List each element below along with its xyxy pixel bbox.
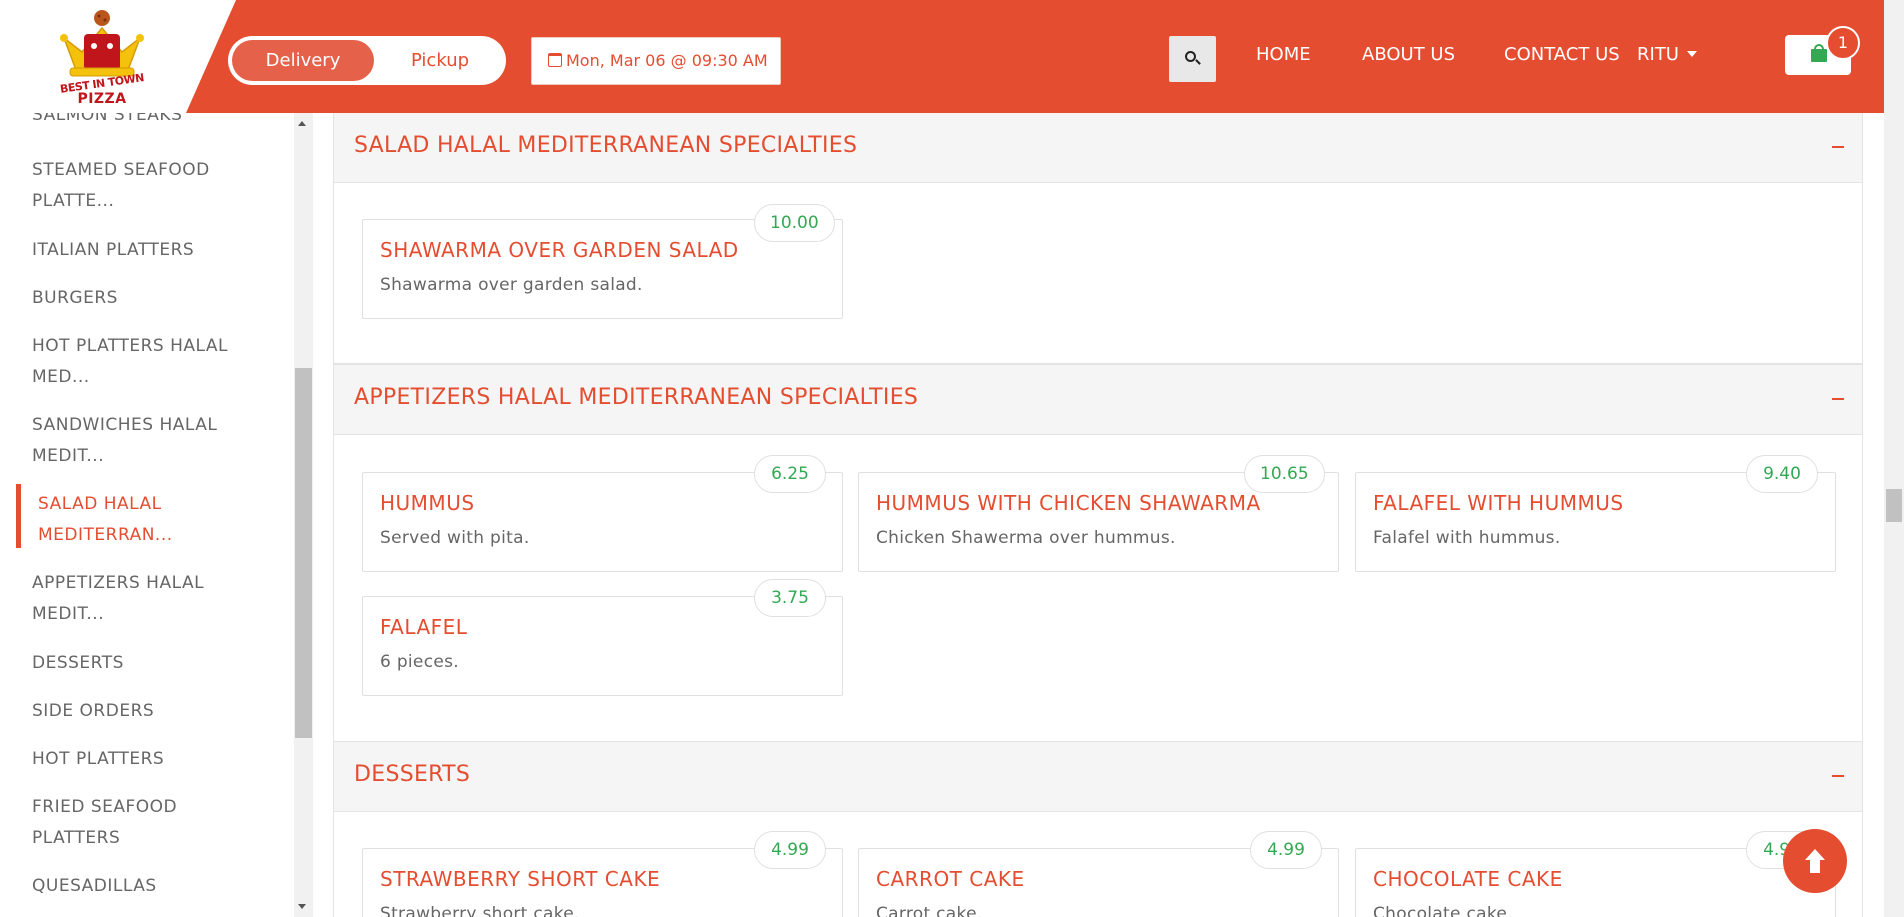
- menu-item-name: CARROT CAKE: [876, 867, 1025, 891]
- price-badge: 4.99: [754, 831, 826, 869]
- pickup-option[interactable]: Pickup: [378, 40, 502, 81]
- menu-item-name: HUMMUS: [380, 491, 475, 515]
- order-datetime-text: Mon, Mar 06 @ 09:30 AM: [566, 51, 768, 70]
- section-header[interactable]: DESSERTS: [334, 742, 1862, 812]
- active-indicator: [16, 484, 21, 548]
- price-badge: 3.75: [754, 579, 826, 617]
- logo-text-line2: PIZZA: [77, 91, 127, 107]
- menu-item-description: Chocolate cake.: [1373, 904, 1513, 917]
- page: SALAD HALAL MEDITERRANEAN SPECIALTIES SH…: [0, 0, 1904, 917]
- order-datetime-picker[interactable]: Mon, Mar 06 @ 09:30 AM: [531, 37, 781, 85]
- brand-logo[interactable]: BEST IN TOWN PIZZA: [54, 8, 150, 107]
- menu-item-description: Strawberry short cake.: [380, 904, 580, 917]
- menu-item-name: FALAFEL: [380, 615, 468, 639]
- section-title: DESSERTS: [354, 762, 471, 787]
- sidebar-item-salad-halal[interactable]: SALAD HALAL MEDITERRAN...: [38, 489, 268, 551]
- sidebar-item-fried-seafood[interactable]: FRIED SEAFOOD PLATTERS: [32, 792, 262, 854]
- menu-item-description: 6 pieces.: [380, 652, 459, 672]
- page-scrollbar-thumb[interactable]: [1886, 489, 1902, 522]
- caret-down-icon: [1687, 51, 1697, 57]
- menu-item-name: HUMMUS WITH CHICKEN SHAWARMA: [876, 491, 1261, 515]
- menu-section-desserts: DESSERTS STRAWBERRY SHORT CAKE Strawberr…: [333, 741, 1863, 917]
- shopping-bag-icon: [1811, 49, 1827, 62]
- sidebar-item-side-orders[interactable]: SIDE ORDERS: [32, 696, 262, 727]
- sidebar-item-quesadillas[interactable]: QUESADILLAS: [32, 871, 262, 902]
- scroll-down-arrow-icon[interactable]: [298, 904, 306, 909]
- menu-item-description: Chicken Shawerma over hummus.: [876, 528, 1176, 548]
- price-badge: 9.40: [1746, 455, 1818, 493]
- price-badge: 6.25: [754, 455, 826, 493]
- search-button[interactable]: [1169, 36, 1216, 82]
- nav-contact-us[interactable]: CONTACT US: [1504, 44, 1620, 65]
- sidebar-scrollbar-thumb[interactable]: [295, 368, 312, 738]
- menu-section-appetizers: APPETIZERS HALAL MEDITERRANEAN SPECIALTI…: [333, 364, 1863, 742]
- sidebar-item-desserts[interactable]: DESSERTS: [32, 648, 262, 679]
- sidebar-item-burgers[interactable]: BURGERS: [32, 283, 262, 314]
- nav-about-us[interactable]: ABOUT US: [1362, 44, 1455, 65]
- sidebar-item-salmon-steaks[interactable]: SALMON STEAKS: [32, 113, 262, 131]
- menu-item-name: FALAFEL WITH HUMMUS: [1373, 491, 1624, 515]
- arrow-up-icon: [1805, 849, 1825, 873]
- price-badge: 10.65: [1244, 455, 1325, 493]
- calendar-icon: [548, 53, 562, 67]
- section-title: SALAD HALAL MEDITERRANEAN SPECIALTIES: [354, 133, 858, 158]
- user-name: RITU: [1637, 44, 1679, 65]
- nav-home[interactable]: HOME: [1256, 44, 1311, 65]
- minus-icon[interactable]: [1832, 775, 1844, 777]
- minus-icon[interactable]: [1832, 398, 1844, 400]
- menu-item-description: Carrot cake.: [876, 904, 983, 917]
- menu-item-name: SHAWARMA OVER GARDEN SALAD: [380, 238, 739, 262]
- price-badge: 4.99: [1250, 831, 1322, 869]
- delivery-option[interactable]: Delivery: [232, 40, 374, 81]
- user-menu[interactable]: RITU: [1637, 44, 1697, 65]
- sidebar-item-sandwiches-halal[interactable]: SANDWICHES HALAL MEDIT...: [32, 410, 262, 472]
- section-title: APPETIZERS HALAL MEDITERRANEAN SPECIALTI…: [354, 385, 919, 410]
- section-header[interactable]: APPETIZERS HALAL MEDITERRANEAN SPECIALTI…: [334, 365, 1862, 435]
- scroll-up-arrow-icon[interactable]: [298, 121, 306, 126]
- minus-icon[interactable]: [1832, 146, 1844, 148]
- menu-item-name: CHOCOLATE CAKE: [1373, 867, 1563, 891]
- price-badge: 10.00: [754, 204, 835, 242]
- cart-count-badge: 1: [1826, 26, 1860, 60]
- sidebar-item-hot-platters-halal[interactable]: HOT PLATTERS HALAL MED...: [32, 331, 262, 393]
- menu-item-name: STRAWBERRY SHORT CAKE: [380, 867, 661, 891]
- category-sidebar: SALMON STEAKS STEAMED SEAFOOD PLATTE... …: [0, 113, 294, 917]
- page-scrollbar[interactable]: [1884, 0, 1904, 917]
- section-header[interactable]: SALAD HALAL MEDITERRANEAN SPECIALTIES: [334, 113, 1862, 183]
- sidebar-item-hot-platters[interactable]: HOT PLATTERS: [32, 744, 262, 775]
- order-type-toggle: Delivery Pickup: [228, 36, 506, 85]
- search-icon-handle: [1195, 59, 1201, 65]
- sidebar-item-italian-platters[interactable]: ITALIAN PLATTERS: [32, 235, 262, 266]
- menu-item-description: Falafel with hummus.: [1373, 528, 1561, 548]
- top-header: BEST IN TOWN PIZZA Delivery Pickup Mon, …: [0, 0, 1884, 113]
- menu-item-description: Shawarma over garden salad.: [380, 275, 643, 295]
- menu-item-description: Served with pita.: [380, 528, 530, 548]
- menu-section-salad: SALAD HALAL MEDITERRANEAN SPECIALTIES SH…: [333, 112, 1863, 364]
- sidebar-item-steamed-seafood[interactable]: STEAMED SEAFOOD PLATTE...: [32, 155, 262, 217]
- back-to-top-button[interactable]: [1783, 829, 1847, 893]
- sidebar-item-appetizers-halal[interactable]: APPETIZERS HALAL MEDIT...: [32, 568, 262, 630]
